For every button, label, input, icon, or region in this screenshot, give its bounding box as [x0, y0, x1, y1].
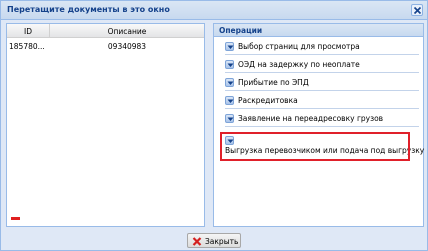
operation-item-oed-delay[interactable]: ОЭД на задержку по неоплате: [225, 59, 419, 73]
table-row[interactable]: 185780... 09340983: [7, 39, 204, 53]
close-button[interactable]: Закрыть: [187, 233, 241, 248]
column-header-description-label: Описание: [107, 27, 147, 36]
operation-item-page-selection[interactable]: Выбор страниц для просмотра: [225, 41, 419, 55]
remove-document-button[interactable]: [11, 217, 20, 220]
highlight-box: [220, 132, 410, 161]
operation-label: Прибытие по ЭПД: [238, 78, 309, 87]
column-header-id-label: ID: [24, 27, 32, 36]
red-x-icon: [192, 237, 202, 246]
documents-grid: ID Описание 185780... 09340983: [6, 23, 205, 227]
dropdown-arrow-icon[interactable]: [225, 96, 234, 105]
operation-item-arrival[interactable]: Прибытие по ЭПД: [225, 77, 419, 91]
operations-title: Операции: [219, 26, 263, 35]
operation-label: Раскредитовка: [238, 96, 298, 105]
window-title: Перетащите документы в это окно: [7, 5, 170, 14]
dropdown-arrow-icon[interactable]: [225, 78, 234, 87]
operations-panel: Операции Выбор страниц для просмотра ОЭД…: [213, 23, 424, 227]
dropdown-arrow-icon[interactable]: [225, 60, 234, 69]
dropdown-arrow-icon[interactable]: [225, 42, 234, 51]
operation-label: Заявление на переадресовку грузов: [238, 114, 384, 123]
column-header-description[interactable]: Описание: [50, 24, 204, 38]
operations-header: Операции: [214, 24, 423, 37]
operation-item-readdressing[interactable]: Заявление на переадресовку грузов: [225, 113, 419, 127]
window-close-button[interactable]: [411, 4, 423, 16]
window-titlebar: Перетащите документы в это окно: [1, 1, 427, 20]
grid-header: ID Описание: [7, 24, 204, 38]
operation-label: ОЭД на задержку по неоплате: [238, 60, 360, 69]
close-button-label: Закрыть: [205, 237, 239, 246]
column-header-id[interactable]: ID: [7, 24, 50, 38]
drop-documents-window: Перетащите документы в это окно ID Описа…: [0, 0, 428, 251]
dropdown-arrow-icon[interactable]: [225, 114, 234, 123]
cell-description: 09340983: [107, 42, 147, 51]
cell-id: 185780...: [9, 42, 45, 51]
close-icon: [413, 6, 422, 15]
operation-item-crediting[interactable]: Раскредитовка: [225, 95, 419, 109]
operation-label: Выбор страниц для просмотра: [238, 42, 360, 51]
